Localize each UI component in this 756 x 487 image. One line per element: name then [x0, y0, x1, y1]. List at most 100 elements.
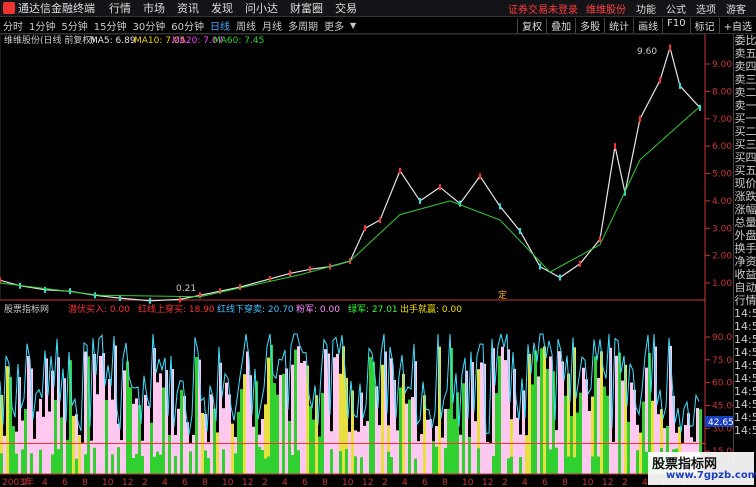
indicator-bar	[357, 431, 360, 474]
indicator-bar	[588, 410, 591, 474]
stock-name-link[interactable]: 维维股份	[586, 1, 626, 16]
candle	[94, 292, 96, 299]
green-base-bar	[75, 458, 78, 474]
menu-gongneng[interactable]: 功能	[636, 1, 656, 16]
menu-caifuquan[interactable]: 财富圈	[290, 0, 323, 16]
time-tick-label: 6	[62, 478, 68, 487]
tool-biaoji[interactable]: 标记	[689, 17, 719, 33]
side-panel-item[interactable]: 买四	[734, 151, 756, 164]
side-panel-item[interactable]: 行情	[734, 294, 756, 307]
price-plot	[0, 44, 701, 304]
more-dropdown-icon[interactable]: ▼	[347, 21, 359, 30]
side-panel-item[interactable]: 买一	[734, 112, 756, 125]
side-panel-item[interactable]: 总量	[734, 216, 756, 229]
green-base-bar	[93, 447, 96, 474]
time-tick-label: 2	[142, 478, 148, 487]
indicator-bar	[474, 421, 477, 474]
menu-zixun[interactable]: 资讯	[177, 0, 199, 16]
green-base-bar	[57, 449, 60, 474]
side-panel-item[interactable]: 涨幅	[734, 203, 756, 216]
side-panel-item[interactable]: 14:5	[734, 320, 756, 333]
tool-diejia[interactable]: 叠加	[546, 17, 575, 33]
watermark-url: www.7gpzb.com	[666, 470, 756, 481]
side-panel-item[interactable]: 14:5	[734, 372, 756, 385]
tool-f10[interactable]: F10	[662, 17, 689, 33]
indicator-bar	[99, 355, 102, 474]
side-panel-item[interactable]: 14:5	[734, 346, 756, 359]
tool-fuquan[interactable]: 复权	[517, 17, 546, 33]
period-60min[interactable]: 60分钟	[168, 18, 207, 33]
menu-gongshi[interactable]: 公式	[666, 1, 686, 16]
indicator-bar	[54, 399, 57, 474]
menu-wenxiaoda[interactable]: 问小达	[245, 0, 278, 16]
side-panel-item[interactable]: 收益	[734, 268, 756, 281]
green-base-bar	[330, 449, 333, 474]
side-panel-item[interactable]: 14:5	[734, 398, 756, 411]
side-panel-item[interactable]: 14:5	[734, 359, 756, 372]
side-panel-item[interactable]: 自动	[734, 281, 756, 294]
indicator-bar	[399, 387, 402, 474]
indicator-bar	[192, 434, 195, 474]
side-panel-item[interactable]: 14:5	[734, 411, 756, 424]
price-tick-label: 2.00	[712, 252, 732, 262]
menu-faxian[interactable]: 发现	[211, 0, 233, 16]
green-base-bar	[39, 449, 42, 474]
period-daily[interactable]: 日线	[207, 18, 233, 33]
menu-jiaoyi[interactable]: 交易	[335, 0, 357, 16]
indicator-bar	[621, 380, 624, 474]
kline-chart[interactable]: 维维股份(日线 前复权) MA5: 6.89 MA10: 7.05 MA20: …	[0, 34, 756, 487]
period-multi[interactable]: 多周期	[285, 18, 321, 33]
side-panel-item[interactable]: 卖四	[734, 60, 756, 73]
green-base-bar	[213, 456, 216, 474]
indicator-bar	[486, 442, 489, 474]
period-monthly[interactable]: 月线	[259, 18, 285, 33]
green-base-bar	[222, 449, 225, 474]
app-logo-icon	[3, 2, 15, 14]
side-panel-item[interactable]: 卖三	[734, 73, 756, 86]
green-base-bar	[0, 453, 3, 474]
period-more[interactable]: 更多	[321, 18, 347, 33]
event-mark-label: 定	[498, 289, 507, 301]
side-panel-item[interactable]: 14:5	[734, 333, 756, 346]
trade-login-alert[interactable]: 证券交易未登录	[508, 1, 578, 16]
indicator-bar	[480, 362, 483, 474]
side-panel-item[interactable]: 涨跌	[734, 190, 756, 203]
side-panel-item[interactable]: 净资	[734, 255, 756, 268]
side-panel-item[interactable]: 14:5	[734, 307, 756, 320]
candle	[179, 296, 181, 303]
side-panel-item[interactable]: 买三	[734, 138, 756, 151]
user-guest[interactable]: 游客	[726, 1, 746, 16]
period-weekly[interactable]: 周线	[233, 18, 259, 33]
side-panel-item[interactable]: 14:5	[734, 385, 756, 398]
side-panel-item[interactable]: 卖五	[734, 47, 756, 60]
indicator-item: 红线上穿买: 18.90	[138, 303, 215, 315]
side-panel-item[interactable]: 卖二	[734, 86, 756, 99]
side-panel-item[interactable]: 14:5	[734, 424, 756, 437]
candle	[499, 203, 501, 210]
tool-tongji[interactable]: 统计	[604, 17, 633, 33]
period-30min[interactable]: 30分钟	[129, 18, 168, 33]
period-15min[interactable]: 15分钟	[91, 18, 130, 33]
side-panel-item[interactable]: 卖一	[734, 99, 756, 112]
side-panel-item[interactable]: 买五	[734, 164, 756, 177]
period-5min[interactable]: 5分钟	[58, 18, 90, 33]
tool-add-favorite[interactable]: +自选	[718, 17, 756, 33]
side-panel-item[interactable]: 换手	[734, 242, 756, 255]
green-base-bar	[60, 450, 63, 474]
indicator-bar	[537, 376, 540, 474]
indicator-bar	[123, 370, 126, 474]
green-base-bar	[66, 452, 69, 474]
tool-huaxian[interactable]: 画线	[633, 17, 662, 33]
side-panel-item[interactable]: 外盘	[734, 229, 756, 242]
tool-duogu[interactable]: 多股	[575, 17, 604, 33]
menu-hangqing[interactable]: 行情	[109, 0, 131, 16]
menu-shichang[interactable]: 市场	[143, 0, 165, 16]
side-panel-item[interactable]: 买二	[734, 125, 756, 138]
period-fenshi[interactable]: 分时	[0, 18, 26, 33]
quote-side-panel[interactable]: 委比 卖五 卖四 卖三 卖二 卖一 买一 买二 买三 买四 买五 现价 涨跌 涨幅 总量 外盘 换手 净资 收益 自动…	[733, 34, 756, 474]
green-base-bar	[138, 449, 141, 474]
menu-xuanxiang[interactable]: 选项	[696, 1, 716, 16]
side-panel-item[interactable]: 现价	[734, 177, 756, 190]
period-1min[interactable]: 1分钟	[26, 18, 58, 33]
side-panel-item[interactable]: 委比	[734, 34, 756, 47]
